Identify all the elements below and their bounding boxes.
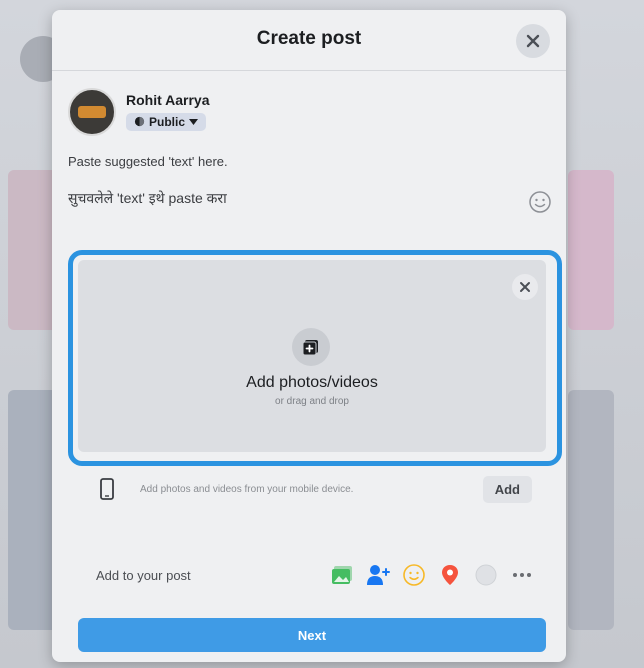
background-card xyxy=(568,390,614,630)
add-to-post-icons xyxy=(330,563,534,587)
create-post-modal: Create post Rohit Aarrya Public Paste su… xyxy=(52,10,566,662)
smiley-icon xyxy=(529,191,551,213)
post-text-line-1: Paste suggested 'text' here. xyxy=(68,154,228,169)
feeling-button[interactable] xyxy=(402,563,426,587)
add-to-post-bar: Add to your post xyxy=(76,558,534,592)
gif-icon xyxy=(475,564,497,586)
tag-people-button[interactable] xyxy=(366,563,390,587)
caret-down-icon xyxy=(189,118,199,125)
mobile-add-button[interactable]: Add xyxy=(482,475,532,503)
add-to-post-label: Add to your post xyxy=(96,567,191,583)
upload-title: Add photos/videos xyxy=(246,374,378,391)
modal-header: Create post xyxy=(52,10,566,71)
mobile-icon-wrap xyxy=(92,474,122,504)
add-photo-icon-wrap xyxy=(292,328,330,366)
upload-subtitle: or drag and drop xyxy=(275,396,349,407)
tag-people-icon xyxy=(367,565,390,585)
avatar xyxy=(68,88,116,136)
modal-title: Create post xyxy=(256,28,362,49)
user-name: Rohit Aarrya xyxy=(126,91,210,108)
close-icon xyxy=(526,34,540,48)
post-text-line-2: सुचवलेले 'text' इथे paste करा xyxy=(68,189,227,206)
globe-icon xyxy=(134,117,145,127)
add-photo-icon xyxy=(302,340,318,356)
mobile-upload-text: Add photos and videos from your mobile d… xyxy=(140,483,354,495)
next-button[interactable]: Next xyxy=(78,618,546,652)
photo-upload-area[interactable]: Add photos/videos or drag and drop xyxy=(68,250,562,466)
close-button[interactable] xyxy=(516,24,550,58)
feeling-icon xyxy=(403,564,425,586)
close-icon xyxy=(520,282,530,292)
photo-icon xyxy=(332,566,352,584)
more-button[interactable] xyxy=(510,563,534,587)
user-info: Rohit Aarrya Public xyxy=(126,92,210,133)
post-text-input[interactable]: Paste suggested 'text' here. सुचवलेले 't… xyxy=(68,154,228,207)
upload-close-button[interactable] xyxy=(512,274,538,300)
location-button[interactable] xyxy=(438,563,462,587)
more-icon xyxy=(513,573,531,577)
privacy-selector[interactable]: Public xyxy=(126,112,207,131)
background-card xyxy=(568,170,614,330)
location-icon xyxy=(442,565,458,585)
emoji-button[interactable] xyxy=(528,190,552,214)
photo-button[interactable] xyxy=(330,563,354,587)
mobile-phone-icon xyxy=(100,478,114,500)
mobile-upload-row: Add photos and videos from your mobile d… xyxy=(92,472,532,506)
privacy-label: Public xyxy=(149,114,186,129)
gif-button[interactable] xyxy=(474,563,498,587)
user-row: Rohit Aarrya Public xyxy=(68,86,210,138)
